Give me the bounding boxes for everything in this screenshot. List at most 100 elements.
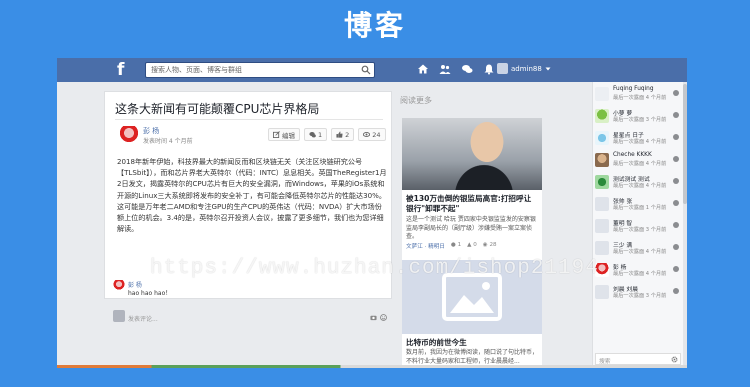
- presence-dot: [673, 134, 679, 140]
- article-title[interactable]: 被130万击倒的银监局高官:打招呼让银行"卸罪不起": [406, 194, 538, 214]
- thumbs-up-icon: [336, 131, 343, 138]
- views-indicator: 24: [358, 128, 386, 141]
- like-button[interactable]: 2: [331, 128, 355, 141]
- user-menu[interactable]: admin88: [497, 63, 551, 74]
- comments-button[interactable]: 1: [304, 128, 328, 141]
- presence-dot: [673, 244, 679, 250]
- camera-icon[interactable]: [370, 314, 377, 321]
- post-title[interactable]: 这条大新闻有可能颠覆CPU芯片界格局: [115, 100, 319, 117]
- user-avatar: [595, 219, 609, 233]
- comment-avatar[interactable]: [113, 280, 125, 292]
- article-likes: ▲ 0: [467, 242, 477, 250]
- user-avatar: [497, 63, 508, 74]
- banner-title: 博客: [343, 9, 406, 42]
- chat-user[interactable]: 小萝 萝 最后一次露面 3 个月前: [595, 106, 681, 128]
- chat-user[interactable]: 星星点 日子 最后一次露面 4 个月前: [595, 128, 681, 150]
- divider: [115, 119, 383, 120]
- comment-input[interactable]: 发表评论...: [128, 314, 158, 323]
- chat-user[interactable]: 刘晨 刘晨 最后一次露面 3 个月前: [595, 282, 681, 304]
- chat-user[interactable]: 张帅 张 最后一次露面 1 个月前: [595, 194, 681, 216]
- top-nav: f 搜索人物、页面、博客与群组 admin88: [57, 58, 687, 82]
- friends-icon[interactable]: [439, 63, 451, 75]
- chat-user[interactable]: Cheche KKKK 最后一次露面 4 个月前: [595, 150, 681, 172]
- article-meta: 文萨江 · 精明日 ● 1 ▲ 0 ◉ 28: [406, 242, 538, 250]
- scrollbar-thumb[interactable]: [683, 84, 687, 204]
- user-avatar: [595, 241, 609, 255]
- site-logo[interactable]: f: [117, 61, 133, 79]
- chat-user-status: 最后一次露面 4 个月前: [613, 249, 667, 255]
- user-avatar: [595, 87, 609, 101]
- presence-dot: [673, 156, 679, 162]
- search-icon[interactable]: [361, 65, 371, 75]
- user-avatar: [595, 197, 609, 211]
- frame-bottom: [57, 368, 687, 387]
- chat-user-status: 最后一次露面 4 个月前: [613, 139, 667, 145]
- chat-user[interactable]: Fuqing Fuqing 最后一次露面 4 个月前: [595, 84, 681, 106]
- author-name[interactable]: 彭 杨: [143, 126, 159, 136]
- chat-user[interactable]: 三少 满 最后一次露面 4 个月前: [595, 238, 681, 260]
- comment-tools: [370, 314, 387, 321]
- edit-button[interactable]: 编辑: [268, 128, 300, 141]
- chat-sidebar: Fuqing Fuqing 最后一次露面 4 个月前 小萝 萝 最后一次露面 3…: [592, 82, 687, 368]
- user-avatar: [595, 175, 609, 189]
- chat-user-status: 最后一次露面 4 个月前: [613, 161, 667, 167]
- gear-icon[interactable]: [671, 356, 678, 363]
- article-excerpt: 数月前，我因为在微博阅读，随口说了句比特币，不料行业大量码家和工程师，行业晨晨经…: [406, 349, 539, 365]
- user-avatar: [595, 109, 609, 123]
- post-body: 2018年新年伊始，科技界最大的新闻反而和区块链无关（关注区块链研究公号【TLS…: [117, 157, 387, 234]
- article-photo[interactable]: [402, 118, 542, 190]
- article-title[interactable]: 比特币的前世今生: [406, 337, 467, 348]
- read-more-list: 被130万击倒的银监局高官:打招呼让银行"卸罪不起" 这是一个测试 哈玩 贾四家…: [402, 118, 542, 368]
- smiley-icon[interactable]: [380, 314, 387, 321]
- article-comments: ● 1: [451, 242, 461, 250]
- chat-user-status: 最后一次露面 4 个月前: [613, 95, 667, 101]
- article-excerpt: 这是一个测试 哈玩 贾四家中央银监监发的安察银监局李副局长的（副厅级）涉嫌受贿一…: [406, 216, 536, 241]
- chat-user[interactable]: 董明 智 最后一次露面 3 个月前: [595, 216, 681, 238]
- chat-scrollbar[interactable]: [683, 82, 687, 368]
- view-count: 24: [372, 130, 381, 139]
- chat-user-name: Cheche KKKK: [613, 152, 652, 158]
- presence-dot: [673, 178, 679, 184]
- eye-icon: [363, 132, 371, 137]
- article-comment-count: 1: [457, 242, 462, 248]
- caret-down-icon: [545, 67, 551, 70]
- edit-label: 编辑: [282, 131, 295, 140]
- home-icon[interactable]: [417, 63, 429, 75]
- comment-icon: [309, 132, 316, 138]
- search-input[interactable]: 搜索人物、页面、博客与群组: [145, 62, 375, 78]
- thumbs-up-icon: ▲: [467, 242, 472, 248]
- messages-icon[interactable]: [461, 63, 473, 75]
- app-screenshot: f 搜索人物、页面、博客与群组 admin88 这条大新闻有可能颠覆CPU芯片界…: [57, 58, 687, 368]
- chat-user-status: 最后一次露面 4 个月前: [613, 271, 667, 277]
- article-source[interactable]: 文萨江 · 精明日: [406, 242, 445, 250]
- notifications-bell-icon[interactable]: [483, 63, 495, 75]
- eye-icon: ◉: [482, 242, 488, 248]
- like-count: 2: [345, 130, 350, 139]
- chat-user-status: 最后一次露面 1 个月前: [613, 205, 667, 211]
- presence-dot: [673, 90, 679, 96]
- chat-user[interactable]: 彭 杨 最后一次露面 4 个月前: [595, 260, 681, 282]
- presence-dot: [673, 112, 679, 118]
- chat-user-status: 最后一次露面 4 个月前: [613, 183, 667, 189]
- chat-user[interactable]: 测试测试 测试 最后一次露面 4 个月前: [595, 172, 681, 194]
- comment-text: hao hao hao！: [128, 290, 172, 297]
- chat-search-input[interactable]: 搜索: [595, 353, 681, 365]
- chat-user-status: 最后一次露面 3 个月前: [613, 117, 667, 123]
- image-placeholder-icon: [442, 273, 502, 321]
- article-views: ◉ 28: [483, 242, 497, 250]
- user-avatar: [595, 131, 609, 145]
- user-avatar: [595, 153, 609, 167]
- read-more-label: 阅读更多: [400, 96, 432, 105]
- post-time: 发表时间 4 个月前: [143, 138, 193, 145]
- current-user-avatar: [113, 310, 125, 322]
- author-avatar[interactable]: [119, 126, 139, 146]
- article-like-count: 0: [473, 242, 477, 248]
- presence-dot: [673, 222, 679, 228]
- user-name: admin88: [511, 64, 542, 73]
- post-actions: 编辑 1 2 24: [268, 128, 386, 141]
- chat-user-name: Fuqing Fuqing: [613, 86, 654, 92]
- chat-user-status: 最后一次露面 3 个月前: [613, 227, 667, 233]
- nav-icons: [417, 63, 495, 75]
- comment-count: 1: [318, 130, 323, 139]
- comment-icon: ●: [450, 242, 456, 248]
